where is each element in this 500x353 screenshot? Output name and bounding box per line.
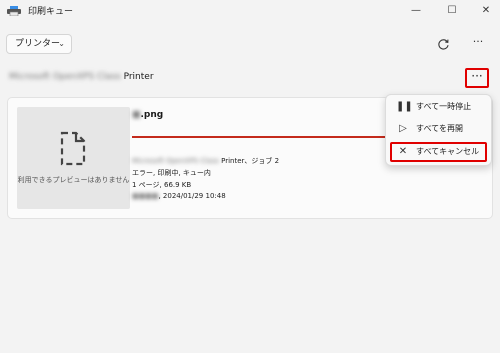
job-printer-line: Microsoft OpenXPS Class Printer、ジョブ 2 bbox=[132, 156, 279, 166]
play-icon: ▷ bbox=[399, 123, 407, 134]
window-title: 印刷キュー bbox=[28, 7, 74, 17]
printer-header: Microsoft OpenXPS Class Printer bbox=[9, 72, 154, 86]
chevron-down-icon: ⌄ bbox=[58, 39, 65, 48]
job-owner-time-line: ■■■■, 2024/01/29 10:48 bbox=[132, 192, 226, 200]
close-button[interactable]: ✕ bbox=[478, 3, 494, 19]
printer-select[interactable]: プリンター ⌄ bbox=[6, 34, 72, 54]
preview-unavailable-text: 利用できるプレビューはありません bbox=[17, 176, 130, 184]
job-printer-suffix: Printer、ジョブ 2 bbox=[221, 157, 280, 165]
job-name-suffix: .png bbox=[140, 110, 164, 120]
close-icon: ✕ bbox=[398, 146, 408, 157]
menu-item-cancel-all[interactable]: ✕ すべてキャンセル bbox=[390, 142, 487, 162]
maximize-button[interactable]: ☐ bbox=[444, 3, 460, 19]
job-file-name: ■.png bbox=[132, 110, 163, 120]
job-owner-blurred: ■■■■ bbox=[132, 192, 159, 200]
job-printer-blurred: Microsoft OpenXPS Class bbox=[132, 157, 219, 165]
printer-more-button[interactable]: ··· bbox=[465, 68, 489, 88]
printer-select-label: プリンター bbox=[15, 39, 61, 49]
printer-name-blurred: Microsoft OpenXPS Class bbox=[9, 72, 121, 82]
job-size-line: 1 ページ, 66.9 KB bbox=[132, 181, 192, 189]
printer-context-menu: ❚❚ すべて一時停止 ▷ すべてを再開 ✕ すべてキャンセル bbox=[385, 94, 492, 166]
job-timestamp: , 2024/01/29 10:48 bbox=[158, 192, 226, 200]
title-bar: 印刷キュー — ☐ ✕ bbox=[0, 0, 500, 22]
job-progress-bar bbox=[132, 136, 392, 138]
print-queue-window: 印刷キュー — ☐ ✕ プリンター ⌄ ··· Microsoft OpenXP… bbox=[0, 0, 500, 353]
pause-icon: ❚❚ bbox=[396, 101, 413, 112]
job-name-blurred: ■ bbox=[132, 110, 141, 120]
minimize-button[interactable]: — bbox=[408, 3, 424, 19]
printer-name-suffix: Printer bbox=[123, 72, 154, 82]
ellipsis-icon[interactable]: ··· bbox=[468, 34, 488, 54]
menu-item-pause-all[interactable]: ❚❚ すべて一時停止 bbox=[390, 97, 487, 117]
refresh-icon[interactable] bbox=[433, 34, 453, 54]
document-icon bbox=[60, 131, 86, 166]
job-status-line: エラー, 印刷中, キュー内 bbox=[132, 169, 211, 177]
menu-item-resume-all[interactable]: ▷ すべてを再開 bbox=[390, 119, 487, 139]
printer-app-icon bbox=[7, 6, 21, 16]
job-preview: 利用できるプレビューはありません bbox=[17, 107, 130, 209]
